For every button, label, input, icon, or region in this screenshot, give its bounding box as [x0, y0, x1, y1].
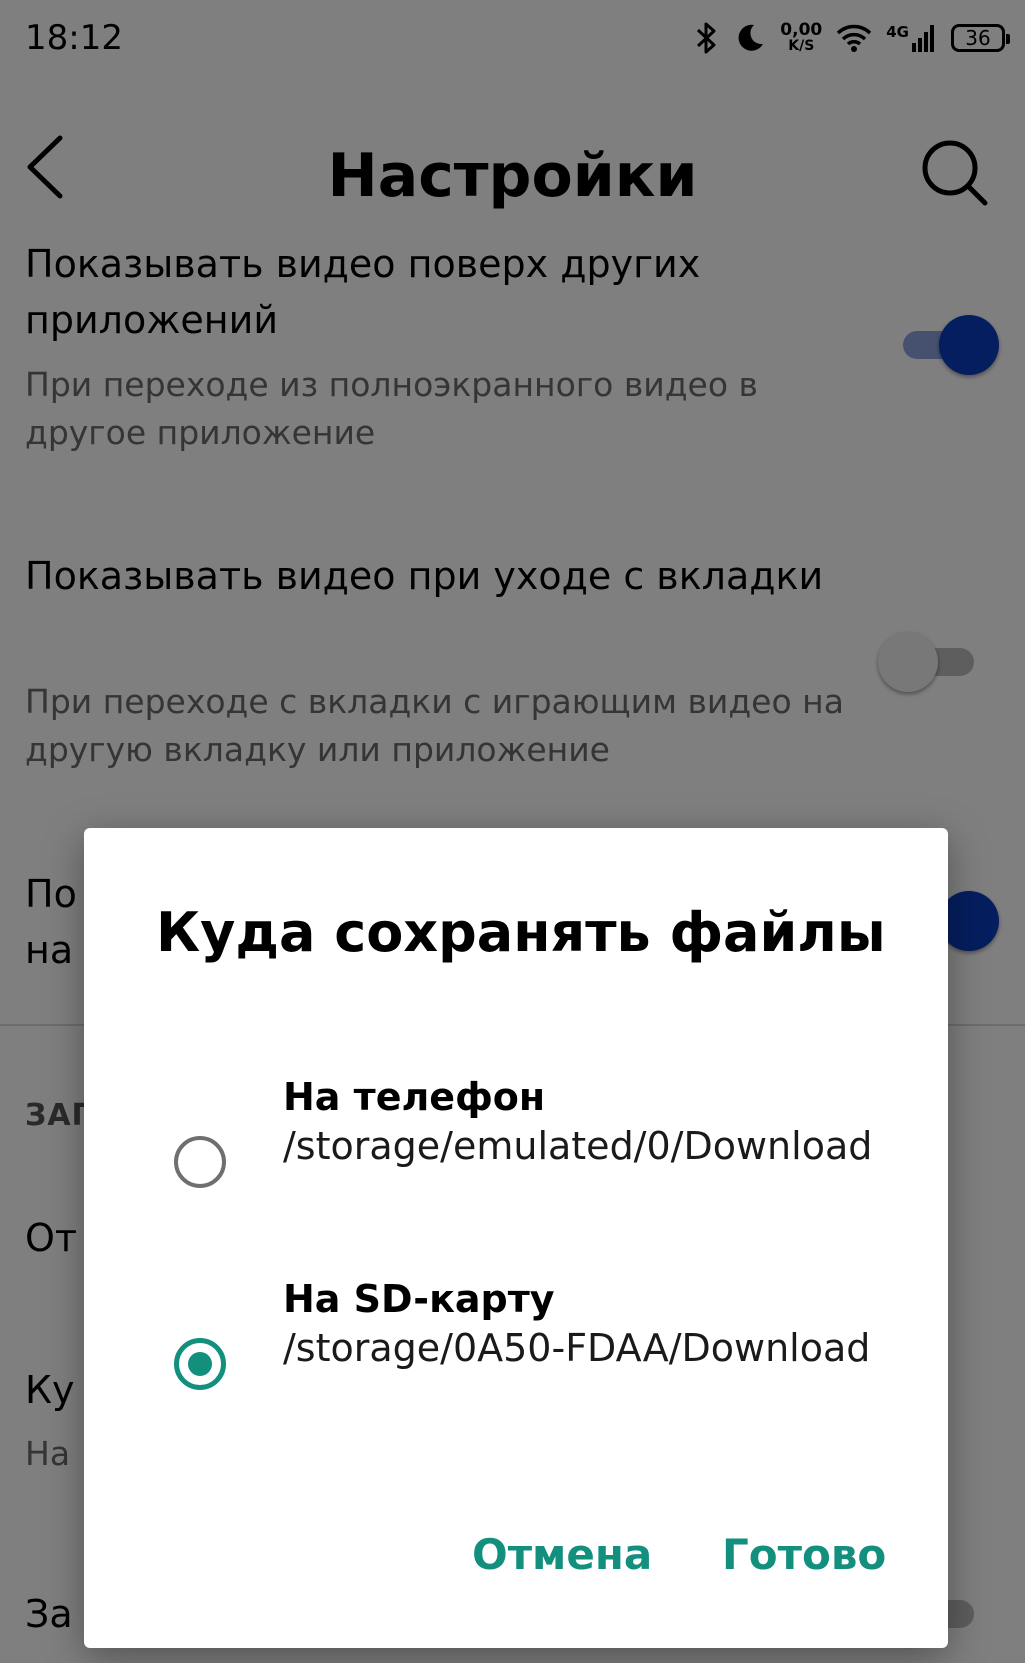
option-path: /storage/emulated/0/Download	[283, 1124, 873, 1168]
option-sd-card[interactable]: На SD-карту /storage/0A50-FDAA/Download	[84, 1260, 948, 1440]
radio-sd-card[interactable]	[174, 1338, 226, 1390]
radio-phone[interactable]	[174, 1136, 226, 1188]
cancel-button[interactable]: Отмена	[472, 1526, 652, 1584]
option-label: На SD-карту	[283, 1277, 555, 1321]
option-phone[interactable]: На телефон /storage/emulated/0/Download	[84, 1058, 948, 1238]
done-button[interactable]: Готово	[722, 1526, 886, 1584]
dialog-title: Куда сохранять файлы	[156, 901, 886, 964]
save-location-dialog: Куда сохранять файлы На телефон /storage…	[84, 828, 948, 1648]
option-path: /storage/0A50-FDAA/Download	[283, 1326, 871, 1370]
option-label: На телефон	[283, 1075, 546, 1119]
